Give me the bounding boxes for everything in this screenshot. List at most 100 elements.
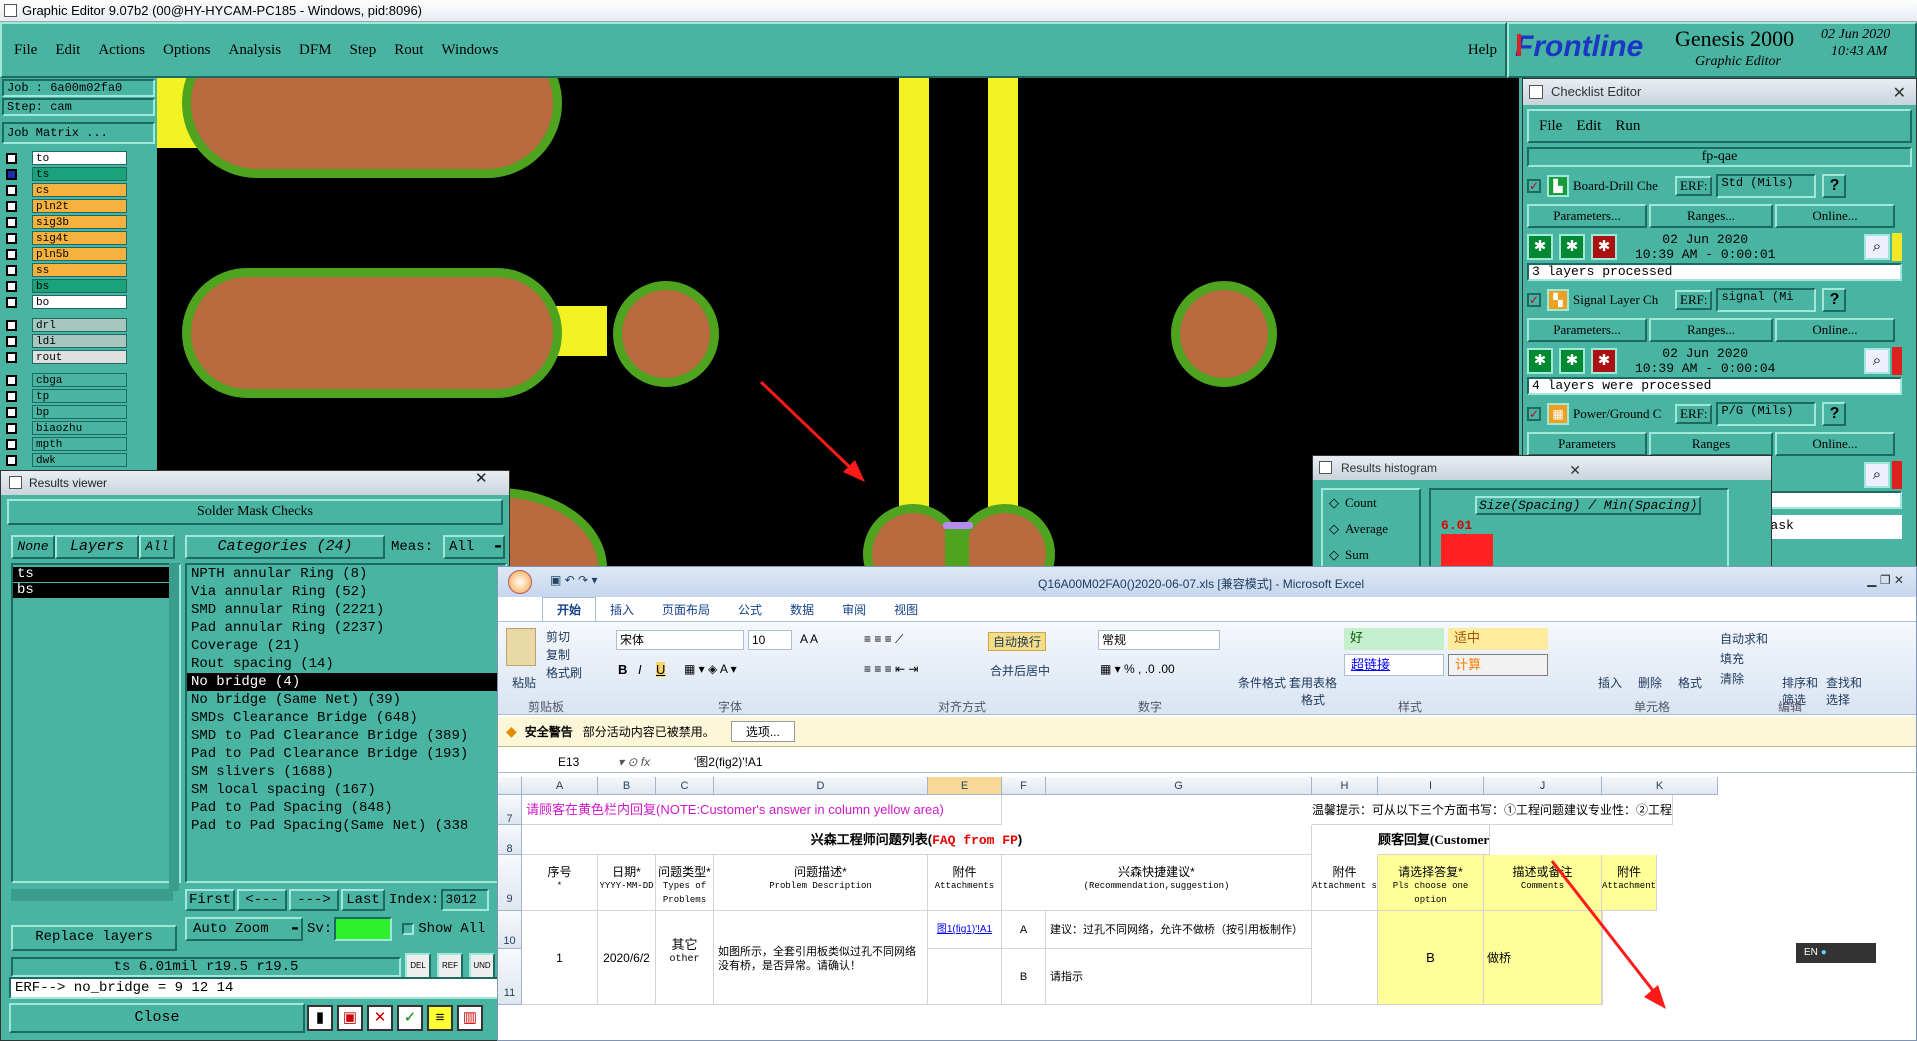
layer-name[interactable]: sig4t [32, 231, 127, 245]
layer-checkbox[interactable] [6, 296, 17, 308]
column-header[interactable]: C [656, 777, 714, 795]
layer-name[interactable]: dwk [32, 453, 127, 467]
fx-icon[interactable]: ▾ ⊙ fx [618, 755, 678, 769]
layer-checkbox[interactable] [6, 351, 17, 363]
layer-list-scrollbar[interactable] [169, 563, 179, 891]
quick-access-icon[interactable]: ▣ ↶ ↷ ▾ [550, 573, 597, 587]
layer-row[interactable]: cbga [6, 372, 157, 388]
layer-checkbox[interactable] [6, 184, 17, 196]
font-grow-icon[interactable]: A A [800, 632, 818, 646]
parameters-button[interactable]: Parameters [1527, 432, 1647, 456]
layer-checkbox[interactable] [6, 390, 17, 402]
tool-icon[interactable]: ≡ [427, 1005, 453, 1031]
category-item[interactable]: SMDs Clearance Bridge (648) [187, 709, 505, 727]
zoom-icon[interactable]: ⌕ [1864, 462, 1890, 488]
online-button[interactable]: Online... [1775, 318, 1895, 342]
check-name[interactable]: Power/Ground C [1573, 406, 1673, 422]
layer-row[interactable]: tp [6, 388, 157, 404]
layer-list-hscrollbar[interactable] [11, 889, 173, 901]
style-calculation[interactable]: 计算 [1448, 654, 1548, 676]
choice-cell[interactable]: B [1378, 911, 1484, 1005]
row-header[interactable]: 9 [498, 855, 522, 911]
attachment-link[interactable]: 图1(fig1)'!A1 [928, 911, 1002, 949]
online-button[interactable]: Online... [1775, 432, 1895, 456]
layer-row[interactable]: bs [6, 278, 157, 294]
zoom-icon[interactable]: ⌕ [1864, 348, 1890, 374]
ribbon-tab[interactable]: 插入 [596, 598, 648, 621]
find-select-button[interactable]: 查找和选择 [1826, 674, 1866, 708]
column-header[interactable]: D [714, 777, 928, 795]
ime-bar[interactable]: EN ● [1796, 943, 1876, 963]
column-header[interactable]: F [1002, 777, 1046, 795]
close-icon[interactable]: ✕ [1893, 81, 1906, 107]
layers-button[interactable]: Layers [55, 535, 139, 559]
layer-name[interactable]: cbga [32, 373, 127, 387]
replace-layers-dropdown[interactable]: Replace layers [11, 925, 177, 951]
category-item[interactable]: SMD to Pad Clearance Bridge (389) [187, 727, 505, 745]
layer-row[interactable]: dwk [6, 452, 157, 468]
layer-checkbox[interactable] [6, 406, 17, 418]
seq-cell[interactable]: 1 [522, 911, 598, 1005]
close-button[interactable]: Close [9, 1003, 305, 1033]
menu-edit[interactable]: Edit [55, 42, 80, 59]
help-icon[interactable]: ? [1822, 402, 1847, 426]
font-name-dropdown[interactable]: 宋体 [616, 630, 744, 650]
layer-checkbox[interactable] [6, 454, 17, 466]
category-item[interactable]: No bridge (4) [187, 673, 505, 691]
category-item[interactable]: SM slivers (1688) [187, 763, 505, 781]
italic-icon[interactable]: I [638, 662, 642, 677]
name-box[interactable]: E13 [498, 752, 618, 772]
layer-row[interactable]: mpth [6, 436, 157, 452]
erf-value[interactable]: signal (Mi [1716, 288, 1817, 312]
menu-analysis[interactable]: Analysis [229, 42, 282, 59]
cut-button[interactable]: 剪切 [546, 628, 570, 645]
layer-name[interactable]: pln5b [32, 247, 127, 261]
column-header[interactable]: E [928, 777, 1002, 795]
category-item[interactable]: Pad to Pad Spacing(Same Net) (338 [187, 817, 505, 835]
erf-button[interactable]: ERF: [1675, 176, 1713, 196]
menu-step[interactable]: Step [350, 42, 377, 59]
column-header[interactable]: A [522, 777, 598, 795]
layer-checkbox[interactable] [6, 200, 17, 212]
category-item[interactable]: Pad annular Ring (2237) [187, 619, 505, 637]
merge-center-button[interactable]: 合并后居中 [990, 662, 1050, 679]
job-matrix-button[interactable]: Job Matrix ... [2, 122, 155, 144]
layer-checkbox[interactable] [6, 168, 17, 180]
style-hyperlink[interactable]: 超链接 [1344, 654, 1444, 676]
first-button[interactable]: First [185, 889, 235, 911]
copy-button[interactable]: 复制 [546, 646, 570, 663]
zoom-icon[interactable]: ⌕ [1864, 234, 1890, 260]
ribbon-tab[interactable]: 开始 [542, 597, 597, 621]
ribbon-tab[interactable]: 数据 [776, 598, 828, 621]
check-name[interactable]: Board-Drill Che [1573, 178, 1673, 194]
delete-icon[interactable]: DEL [405, 953, 431, 979]
align-top-icon[interactable]: ≡ ≡ ≡ ⟋ [864, 632, 903, 647]
layer-row[interactable]: sig3b [6, 214, 157, 230]
prev-button[interactable]: <--- [237, 889, 287, 911]
security-options-button[interactable]: 选项... [730, 721, 795, 742]
layer-name[interactable]: mpth [32, 437, 127, 451]
date-cell[interactable]: 2020/6/2 [598, 911, 656, 1005]
ime-language[interactable]: EN [1804, 947, 1818, 958]
layer-name[interactable]: pln2t [32, 199, 127, 213]
layer-checkbox[interactable] [6, 438, 17, 450]
attachment-cell[interactable] [1312, 911, 1378, 1005]
checklist-menu-edit[interactable]: Edit [1576, 118, 1601, 135]
auto-zoom-dropdown[interactable]: Auto Zoom ▬ [185, 917, 303, 941]
close-icon[interactable]: ✕ [475, 469, 488, 487]
option-a-cell[interactable]: A [1002, 911, 1046, 949]
layer-row[interactable]: bo [6, 294, 157, 310]
layer-name[interactable]: ts [32, 167, 127, 181]
help-icon[interactable]: ? [1822, 174, 1847, 198]
window-controls-icon[interactable]: ▁ ❐ ✕ [1867, 573, 1904, 587]
option-count[interactable]: Count [1345, 495, 1377, 511]
layer-row[interactable]: ss [6, 262, 157, 278]
layer-checkbox[interactable] [6, 232, 17, 244]
column-header[interactable]: B [598, 777, 656, 795]
column-header[interactable]: I [1378, 777, 1484, 795]
help-icon[interactable]: ? [1822, 288, 1847, 312]
category-item[interactable]: Pad to Pad Clearance Bridge (193) [187, 745, 505, 763]
ranges-button[interactable]: Ranges... [1649, 318, 1773, 342]
column-header[interactable]: H [1312, 777, 1378, 795]
layer-checkbox[interactable] [6, 248, 17, 260]
